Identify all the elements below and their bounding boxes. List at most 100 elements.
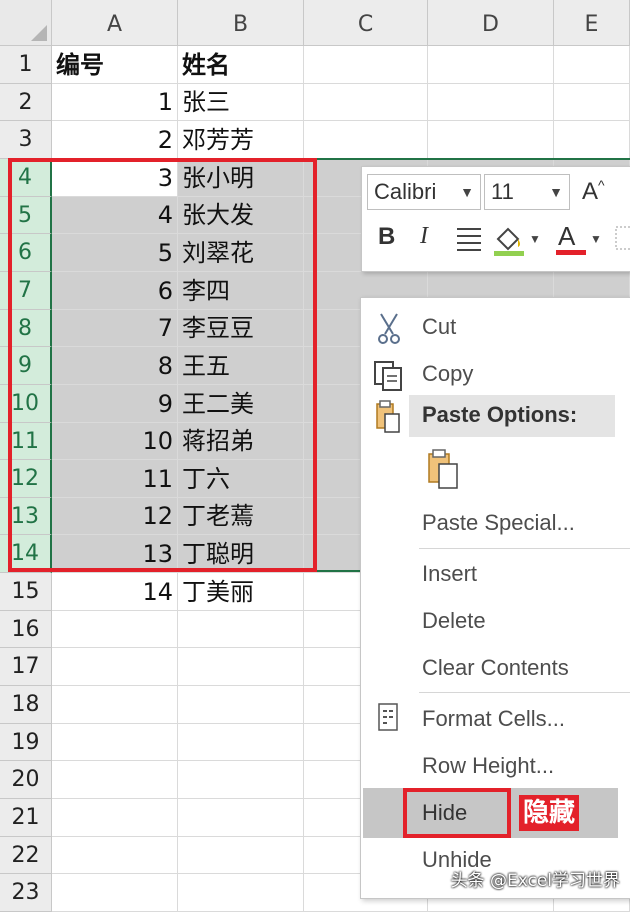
cell-a21[interactable] (52, 799, 178, 837)
cell-c1[interactable] (304, 46, 428, 84)
menu-item-cut[interactable]: Cut (422, 314, 456, 340)
row-header-22[interactable]: 22 (0, 837, 52, 874)
cell-b18[interactable] (178, 686, 304, 724)
bold-button[interactable]: B (378, 223, 395, 251)
menu-item-delete[interactable]: Delete (422, 608, 486, 634)
menu-item-clear-contents[interactable]: Clear Contents (422, 655, 569, 681)
cell-a9[interactable]: 8 (52, 347, 178, 385)
cell-a1[interactable]: 编号 (52, 46, 178, 84)
font-name-box[interactable]: Calibri ▼ (367, 174, 481, 210)
cell-a4[interactable]: 3 (52, 159, 178, 197)
row-header-18[interactable]: 18 (0, 686, 52, 724)
cell-b19[interactable] (178, 724, 304, 761)
cell-b22[interactable] (178, 837, 304, 874)
cell-b5[interactable]: 张大发 (178, 197, 304, 234)
column-header-a[interactable]: A (52, 0, 178, 46)
center-align-button[interactable] (454, 225, 484, 258)
cell-a16[interactable] (52, 611, 178, 648)
cell-e3[interactable] (554, 121, 630, 159)
row-header-4[interactable]: 4 (0, 159, 52, 197)
cell-b2[interactable]: 张三 (178, 84, 304, 121)
cell-a7[interactable]: 6 (52, 272, 178, 310)
row-header-12[interactable]: 12 (0, 460, 52, 498)
cell-a2[interactable]: 1 (52, 84, 178, 121)
cell-a13[interactable]: 12 (52, 498, 178, 535)
menu-item-format-cells[interactable]: Format Cells... (422, 706, 565, 732)
cell-e1[interactable] (554, 46, 630, 84)
row-header-6[interactable]: 6 (0, 234, 52, 272)
cell-a23[interactable] (52, 874, 178, 912)
cell-c3[interactable] (304, 121, 428, 159)
cell-a12[interactable]: 11 (52, 460, 178, 498)
cell-a6[interactable]: 5 (52, 234, 178, 272)
cell-e2[interactable] (554, 84, 630, 121)
row-header-23[interactable]: 23 (0, 874, 52, 912)
menu-item-paste-special[interactable]: Paste Special... (422, 510, 575, 536)
row-header-20[interactable]: 20 (0, 761, 52, 799)
cell-a5[interactable]: 4 (52, 197, 178, 234)
cell-b14[interactable]: 丁聪明 (178, 535, 304, 573)
italic-button[interactable]: I (420, 223, 428, 250)
cell-b16[interactable] (178, 611, 304, 648)
cell-d1[interactable] (428, 46, 554, 84)
cell-a15[interactable]: 14 (52, 573, 178, 611)
menu-item-copy[interactable]: Copy (422, 361, 473, 387)
cell-d2[interactable] (428, 84, 554, 121)
cell-b8[interactable]: 李豆豆 (178, 310, 304, 347)
column-header-c[interactable]: C (304, 0, 428, 46)
row-header-1[interactable]: 1 (0, 46, 52, 84)
cell-a22[interactable] (52, 837, 178, 874)
cell-a18[interactable] (52, 686, 178, 724)
row-header-14[interactable]: 14 (0, 535, 52, 573)
row-header-10[interactable]: 10 (0, 385, 52, 423)
row-header-7[interactable]: 7 (0, 272, 52, 310)
row-header-16[interactable]: 16 (0, 611, 52, 648)
cell-a14[interactable]: 13 (52, 535, 178, 573)
borders-button[interactable] (614, 225, 630, 260)
cell-d3[interactable] (428, 121, 554, 159)
cell-b11[interactable]: 蒋招弟 (178, 423, 304, 460)
cell-a8[interactable]: 7 (52, 310, 178, 347)
cell-b20[interactable] (178, 761, 304, 799)
select-all-corner[interactable] (0, 0, 52, 46)
cell-b17[interactable] (178, 648, 304, 686)
row-header-3[interactable]: 3 (0, 121, 52, 159)
row-header-13[interactable]: 13 (0, 498, 52, 535)
fill-color-button[interactable]: ▼ (492, 223, 541, 264)
column-header-d[interactable]: D (428, 0, 554, 46)
paste-option-button[interactable] (425, 448, 465, 494)
row-header-11[interactable]: 11 (0, 423, 52, 460)
row-header-21[interactable]: 21 (0, 799, 52, 837)
cell-b12[interactable]: 丁六 (178, 460, 304, 498)
column-header-e[interactable]: E (554, 0, 630, 46)
row-header-15[interactable]: 15 (0, 573, 52, 611)
cell-b21[interactable] (178, 799, 304, 837)
cell-a20[interactable] (52, 761, 178, 799)
cell-a3[interactable]: 2 (52, 121, 178, 159)
cell-b7[interactable]: 李四 (178, 272, 304, 310)
row-header-2[interactable]: 2 (0, 84, 52, 121)
cell-a10[interactable]: 9 (52, 385, 178, 423)
cell-b13[interactable]: 丁老蔫 (178, 498, 304, 535)
row-header-5[interactable]: 5 (0, 197, 52, 234)
row-header-9[interactable]: 9 (0, 347, 52, 385)
cell-b4[interactable]: 张小明 (178, 159, 304, 197)
cell-b6[interactable]: 刘翠花 (178, 234, 304, 272)
menu-item-insert[interactable]: Insert (422, 561, 477, 587)
cell-b9[interactable]: 王五 (178, 347, 304, 385)
column-header-b[interactable]: B (178, 0, 304, 46)
row-header-19[interactable]: 19 (0, 724, 52, 761)
row-header-17[interactable]: 17 (0, 648, 52, 686)
menu-item-row-height[interactable]: Row Height... (422, 753, 554, 779)
cell-b15[interactable]: 丁美丽 (178, 573, 304, 611)
font-color-button[interactable]: A ▼ (554, 221, 602, 264)
cell-b1[interactable]: 姓名 (178, 46, 304, 84)
grow-font-button[interactable]: A^ (582, 177, 605, 206)
cell-a17[interactable] (52, 648, 178, 686)
cell-b23[interactable] (178, 874, 304, 912)
cell-a11[interactable]: 10 (52, 423, 178, 460)
cell-c2[interactable] (304, 84, 428, 121)
cell-b10[interactable]: 王二美 (178, 385, 304, 423)
row-header-8[interactable]: 8 (0, 310, 52, 347)
cell-b3[interactable]: 邓芳芳 (178, 121, 304, 159)
